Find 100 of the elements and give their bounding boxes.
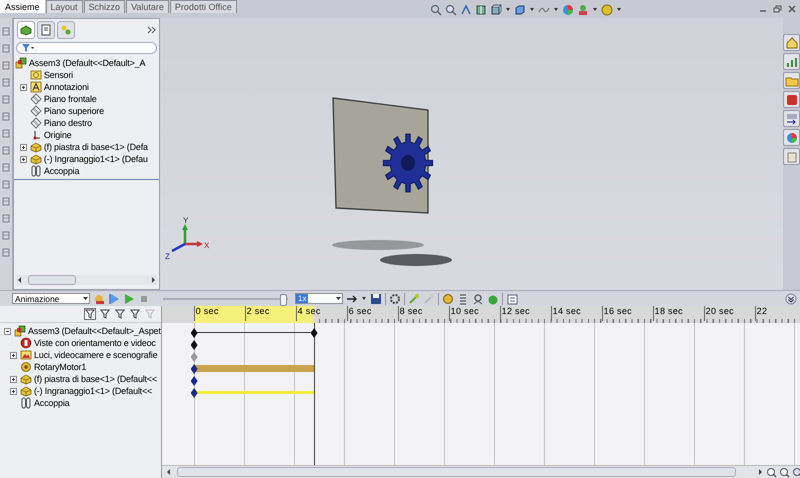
collapse-icon[interactable] <box>785 292 797 304</box>
scroll-right-icon[interactable] <box>758 468 764 476</box>
tool-icon[interactable] <box>0 60 11 71</box>
playback-speed-dropdown[interactable]: 1x <box>295 293 343 304</box>
caret-icon[interactable] <box>361 294 367 302</box>
filter-field[interactable] <box>16 42 157 54</box>
scrollbar-thumb[interactable] <box>176 467 736 477</box>
tree-item[interactable]: Luci, videocamere e scenografie <box>34 350 158 360</box>
ribbon-tab[interactable]: Layout <box>46 0 83 13</box>
property-manager-icon[interactable] <box>40 24 52 36</box>
clipboard-icon[interactable] <box>784 150 798 164</box>
tree-item[interactable]: Origine <box>44 130 72 140</box>
tree-item[interactable]: (-) Ingranaggio1<1> (Defau <box>44 154 148 164</box>
horizontal-scrollbar[interactable] <box>16 275 157 285</box>
zoom-to-fit-icon[interactable] <box>430 4 442 16</box>
filter-animated-icon[interactable] <box>98 308 111 320</box>
tree-item[interactable]: Assem3 (Default<<Default>_A <box>28 58 146 68</box>
tree-item[interactable]: Assem3 (Default<<Default>_Aspet <box>28 326 161 336</box>
key-point[interactable] <box>190 376 198 386</box>
part-icon <box>30 141 42 153</box>
home-icon[interactable] <box>784 36 798 50</box>
arrow-icon[interactable] <box>784 112 798 126</box>
study-type-dropdown[interactable]: Animazione <box>12 293 90 304</box>
key-point[interactable] <box>190 388 198 398</box>
calculate-icon[interactable] <box>93 292 105 304</box>
motor-icon[interactable] <box>442 292 454 304</box>
tool-icon[interactable] <box>0 145 11 156</box>
tree-item[interactable]: (-) Ingranaggio1<1> (Default<< <box>34 386 152 396</box>
key-point[interactable] <box>310 328 318 338</box>
tree-item[interactable]: Accoppia <box>44 166 80 176</box>
tool-icon[interactable] <box>0 128 11 139</box>
tree-item[interactable]: Accoppia <box>34 398 70 408</box>
ribbon-tab[interactable]: Schizzo <box>84 0 126 13</box>
filter-icon <box>20 43 35 53</box>
zoom-to-fit-icon[interactable] <box>792 466 800 478</box>
save-icon[interactable] <box>370 292 382 304</box>
sensor-icon <box>30 69 42 81</box>
tool-icon[interactable] <box>0 179 11 190</box>
tree-item[interactable]: Annotazioni <box>44 82 89 92</box>
time-slider[interactable] <box>163 292 288 304</box>
key-point[interactable] <box>190 340 198 350</box>
timeline-ruler[interactable]: 0 sec 2 sec 4 sec 6 sec 8 sec 10 sec 12 sec 14 sec 16 sec 18 sec 20 sec 22 <box>162 306 800 323</box>
ribbon-tab[interactable]: Valutare <box>126 0 169 13</box>
section-view-icon[interactable] <box>474 4 487 16</box>
tree-item[interactable]: RotaryMotor1 <box>34 362 86 372</box>
scroll-left-icon[interactable] <box>164 468 171 476</box>
tool-icon[interactable] <box>0 77 11 88</box>
expand-icon[interactable] <box>18 82 28 92</box>
expand-icon[interactable] <box>18 142 28 152</box>
filter-selected-icon[interactable] <box>128 308 141 320</box>
zoom-in-icon[interactable] <box>766 466 777 478</box>
zoom-area-icon[interactable] <box>444 4 457 16</box>
playback-mode-icon[interactable] <box>346 292 358 304</box>
tool-icon[interactable] <box>0 43 11 54</box>
tool-icon[interactable] <box>0 94 11 105</box>
time-label: 14 sec <box>552 306 581 316</box>
slider-thumb[interactable] <box>280 294 287 306</box>
tree-item[interactable]: Piano superiore <box>44 106 104 116</box>
display-style-icon[interactable] <box>514 4 526 16</box>
expand-icon[interactable] <box>9 386 18 396</box>
scrollbar-thumb[interactable] <box>28 275 76 285</box>
tree-item[interactable]: Piano frontale <box>44 94 97 104</box>
ribbon-tab[interactable]: Assieme <box>0 0 45 13</box>
settings-icon[interactable] <box>389 292 401 304</box>
horizontal-scrollbar[interactable] <box>162 465 800 478</box>
part-icon <box>30 153 42 165</box>
tool-icon[interactable] <box>0 247 11 258</box>
tree-item[interactable]: Sensori <box>44 70 73 80</box>
ribbon-tab[interactable]: Prodotti Office <box>170 0 237 13</box>
expand-icon[interactable] <box>9 350 18 360</box>
expand-icon[interactable] <box>18 154 28 164</box>
tool-icon[interactable] <box>0 162 11 173</box>
scroll-left-icon[interactable] <box>16 276 22 284</box>
filter-icon[interactable] <box>84 308 96 320</box>
play-from-start-icon[interactable] <box>108 292 120 304</box>
key-point[interactable] <box>190 328 198 338</box>
appearance-icon[interactable] <box>784 130 798 144</box>
filter-driving-icon[interactable] <box>114 308 126 320</box>
close-icon[interactable] <box>788 5 796 13</box>
key-point[interactable] <box>190 364 198 374</box>
tool-icon[interactable] <box>0 213 11 224</box>
motor-time-bar[interactable] <box>194 365 314 372</box>
tool-icon[interactable] <box>0 111 11 122</box>
stop-sign-icon <box>20 337 32 349</box>
double-chevron-icon[interactable] <box>147 26 156 34</box>
tree-item[interactable]: (f) piastra di base<1> (Default<< <box>34 374 157 384</box>
tree-item[interactable]: Viste con orientamento e videoc <box>34 338 156 348</box>
feature-manager-icon[interactable] <box>20 24 32 36</box>
scroll-right-icon[interactable] <box>151 276 157 284</box>
tool-icon[interactable] <box>0 230 11 241</box>
tree-item[interactable]: (f) piastra di base<1> (Defa <box>44 142 148 152</box>
tree-item[interactable]: Piano destro <box>44 118 92 128</box>
restore-icon[interactable] <box>773 5 782 13</box>
tool-icon[interactable] <box>0 196 11 207</box>
expand-icon[interactable] <box>9 374 18 384</box>
collapse-icon[interactable] <box>3 326 12 336</box>
zoom-out-icon[interactable] <box>778 466 790 478</box>
results-icon[interactable] <box>506 292 518 304</box>
tool-icon[interactable] <box>0 26 11 37</box>
view-orientation-icon[interactable] <box>490 4 502 16</box>
